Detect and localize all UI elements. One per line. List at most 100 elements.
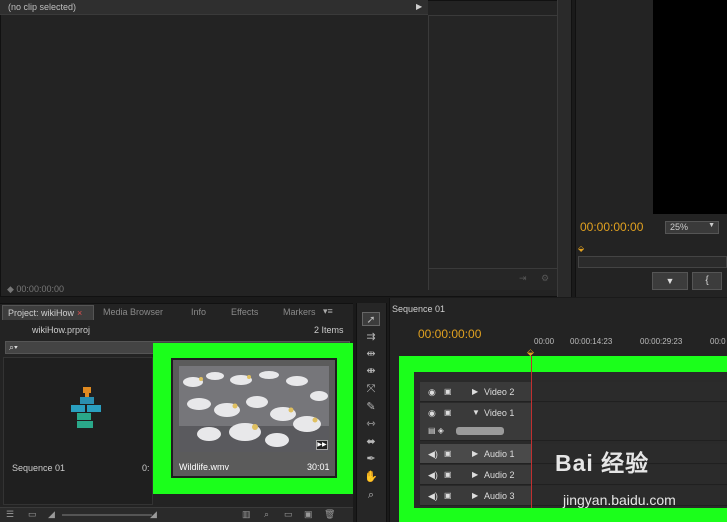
- expand-icon[interactable]: ▶: [472, 486, 478, 506]
- watermark-brand: Bai 经验: [555, 450, 650, 476]
- expand-icon[interactable]: ▶: [472, 382, 478, 402]
- settings-icon[interactable]: ⚙: [541, 273, 549, 284]
- project-filename: wikiHow.prproj: [32, 325, 91, 335]
- keyframe-icon[interactable]: ▤ ◈: [428, 421, 444, 441]
- zoom-icon[interactable]: ⌕: [362, 488, 380, 502]
- tab-project[interactable]: Project: wikiHow ×: [2, 305, 94, 320]
- chevron-down-icon: ▼: [708, 222, 715, 229]
- export-icon[interactable]: ⇥: [519, 273, 527, 284]
- program-zoom-value: 25%: [670, 222, 689, 232]
- track-area-video-2[interactable]: [531, 382, 727, 402]
- track-header-video-1[interactable]: ◉ ▣ ▼ Video 1 ▤ ◈: [420, 403, 531, 441]
- program-video-view: [653, 0, 727, 214]
- audio-icon[interactable]: ▣: [444, 486, 452, 506]
- speaker-icon[interactable]: ◀): [428, 444, 438, 464]
- track-header-audio-1[interactable]: ◀) ▣ ▶ Audio 1: [420, 444, 531, 464]
- ruler-tick: 00:00:29:23: [640, 337, 683, 346]
- track-select-icon[interactable]: ⇉: [362, 330, 380, 344]
- automate-icon[interactable]: ▥: [242, 509, 251, 520]
- icon-view-icon[interactable]: ▭: [28, 509, 37, 520]
- expand-icon[interactable]: ▶: [472, 444, 478, 464]
- trash-icon[interactable]: 🗑: [324, 509, 335, 520]
- tab-media-browser[interactable]: Media Browser: [98, 305, 176, 320]
- rate-stretch-icon[interactable]: ⤧: [362, 382, 380, 396]
- list-view-icon[interactable]: ☰: [6, 509, 14, 520]
- audio-video-badge-icon: ▶▶: [316, 440, 328, 450]
- film-icon[interactable]: ▣: [444, 382, 452, 402]
- close-icon[interactable]: ×: [77, 308, 82, 318]
- razor-icon[interactable]: ✎: [362, 400, 380, 414]
- track-name: Video 2: [484, 387, 515, 397]
- source-controls-strip: ⇥ ⚙: [428, 268, 557, 290]
- new-bin-icon[interactable]: ▭: [284, 509, 293, 520]
- sequence-duration: 0:: [142, 463, 150, 473]
- new-item-icon[interactable]: ▣: [304, 509, 313, 520]
- tab-info[interactable]: Info: [186, 305, 226, 320]
- slide-icon[interactable]: ⬌: [362, 435, 380, 449]
- source-side-panel: [428, 15, 557, 268]
- mark-in-button[interactable]: {: [692, 272, 722, 290]
- sequence-icon[interactable]: [68, 387, 108, 431]
- track-name: Video 1: [484, 408, 515, 418]
- track-name: Audio 2: [484, 470, 515, 480]
- clip-name: Wildlife.wmv: [179, 462, 230, 472]
- track-name: Audio 3: [484, 491, 515, 501]
- panel-menu-icon[interactable]: ▾≡: [323, 306, 333, 317]
- program-zoom-select[interactable]: 25% ▼: [665, 221, 719, 234]
- speaker-icon[interactable]: ◀): [428, 465, 438, 485]
- ruler-tick: 00:0: [710, 337, 726, 346]
- eye-icon[interactable]: ◉: [428, 382, 436, 402]
- track-header-audio-3[interactable]: ◀) ▣ ▶ Audio 3: [420, 486, 531, 506]
- selection-tool-icon[interactable]: ➚: [362, 312, 380, 326]
- tab-effects[interactable]: Effects: [226, 305, 276, 320]
- add-marker-button[interactable]: ▼: [652, 272, 688, 290]
- timeline-ruler[interactable]: 00:00 00:00:14:23 00:00:29:23 00:0: [530, 335, 727, 355]
- tab-markers[interactable]: Markers: [278, 305, 328, 320]
- collapse-icon[interactable]: ▼: [472, 403, 480, 423]
- playhead-marker-icon[interactable]: ⬙: [578, 244, 584, 253]
- watermark-url: jingyan.baidu.com: [563, 492, 676, 508]
- ruler-tick: 00:00:14:23: [570, 337, 613, 346]
- clip-thumbnail-image: [179, 366, 329, 452]
- audio-icon[interactable]: ▣: [444, 444, 452, 464]
- film-icon[interactable]: ▣: [444, 403, 452, 423]
- project-item-count: 2 Items: [314, 325, 344, 335]
- pen-icon[interactable]: ✒: [362, 452, 380, 466]
- source-tab-bar[interactable]: (no clip selected) ▶: [0, 0, 428, 15]
- source-tab-label: (no clip selected): [8, 2, 77, 12]
- zoom-out-icon[interactable]: ◢: [48, 509, 55, 520]
- track-header-audio-2[interactable]: ◀) ▣ ▶ Audio 2: [420, 465, 531, 485]
- source-scrollbar[interactable]: [557, 0, 571, 297]
- baidu-watermark: Bai 经验 jingyan.baidu.com: [555, 440, 727, 522]
- tab-project-label: Project: wikiHow: [8, 308, 75, 318]
- eye-icon[interactable]: ◉: [428, 403, 436, 423]
- track-name: Audio 1: [484, 449, 515, 459]
- timeline-timecode[interactable]: 00:00:00:00: [418, 327, 481, 341]
- project-bottom-toolbar: ☰ ▭ ◢ ◢ ▥ ⌕ ▭ ▣ 🗑: [0, 507, 353, 522]
- hand-icon[interactable]: ✋: [362, 470, 380, 484]
- find-icon[interactable]: ⌕: [264, 509, 269, 520]
- project-bin-area: [3, 357, 153, 505]
- mark-in-label: {: [705, 275, 709, 286]
- search-icon: ⌕▾: [9, 342, 18, 352]
- source-timecode: 00:00:00:00: [16, 284, 64, 294]
- audio-icon[interactable]: ▣: [444, 465, 452, 485]
- clip-duration: 30:01: [307, 462, 330, 472]
- tab-sequence[interactable]: Sequence 01: [392, 302, 445, 317]
- sequence-label: Sequence 01: [12, 463, 66, 473]
- ripple-edit-icon[interactable]: ⇹: [362, 347, 380, 361]
- rolling-edit-icon[interactable]: ⇼: [362, 364, 380, 378]
- speaker-icon[interactable]: ◀): [428, 486, 438, 506]
- expand-icon[interactable]: ▶: [472, 465, 478, 485]
- zoom-slider[interactable]: [62, 514, 152, 516]
- marker-icon: ▼: [665, 276, 675, 286]
- track-header-video-2[interactable]: ◉ ▣ ▶ Video 2: [420, 382, 531, 402]
- track-area-video-1[interactable]: [531, 403, 727, 441]
- zoom-in-icon[interactable]: ◢: [150, 509, 157, 520]
- source-menu-arrow-icon[interactable]: ▶: [416, 2, 422, 11]
- slip-icon[interactable]: ⇿: [362, 417, 380, 431]
- program-timecode[interactable]: 00:00:00:00: [580, 220, 643, 234]
- program-time-ruler[interactable]: [578, 256, 727, 268]
- playhead-line[interactable]: [531, 356, 532, 508]
- source-timecode-group: ◆ 00:00:00:00: [7, 284, 64, 295]
